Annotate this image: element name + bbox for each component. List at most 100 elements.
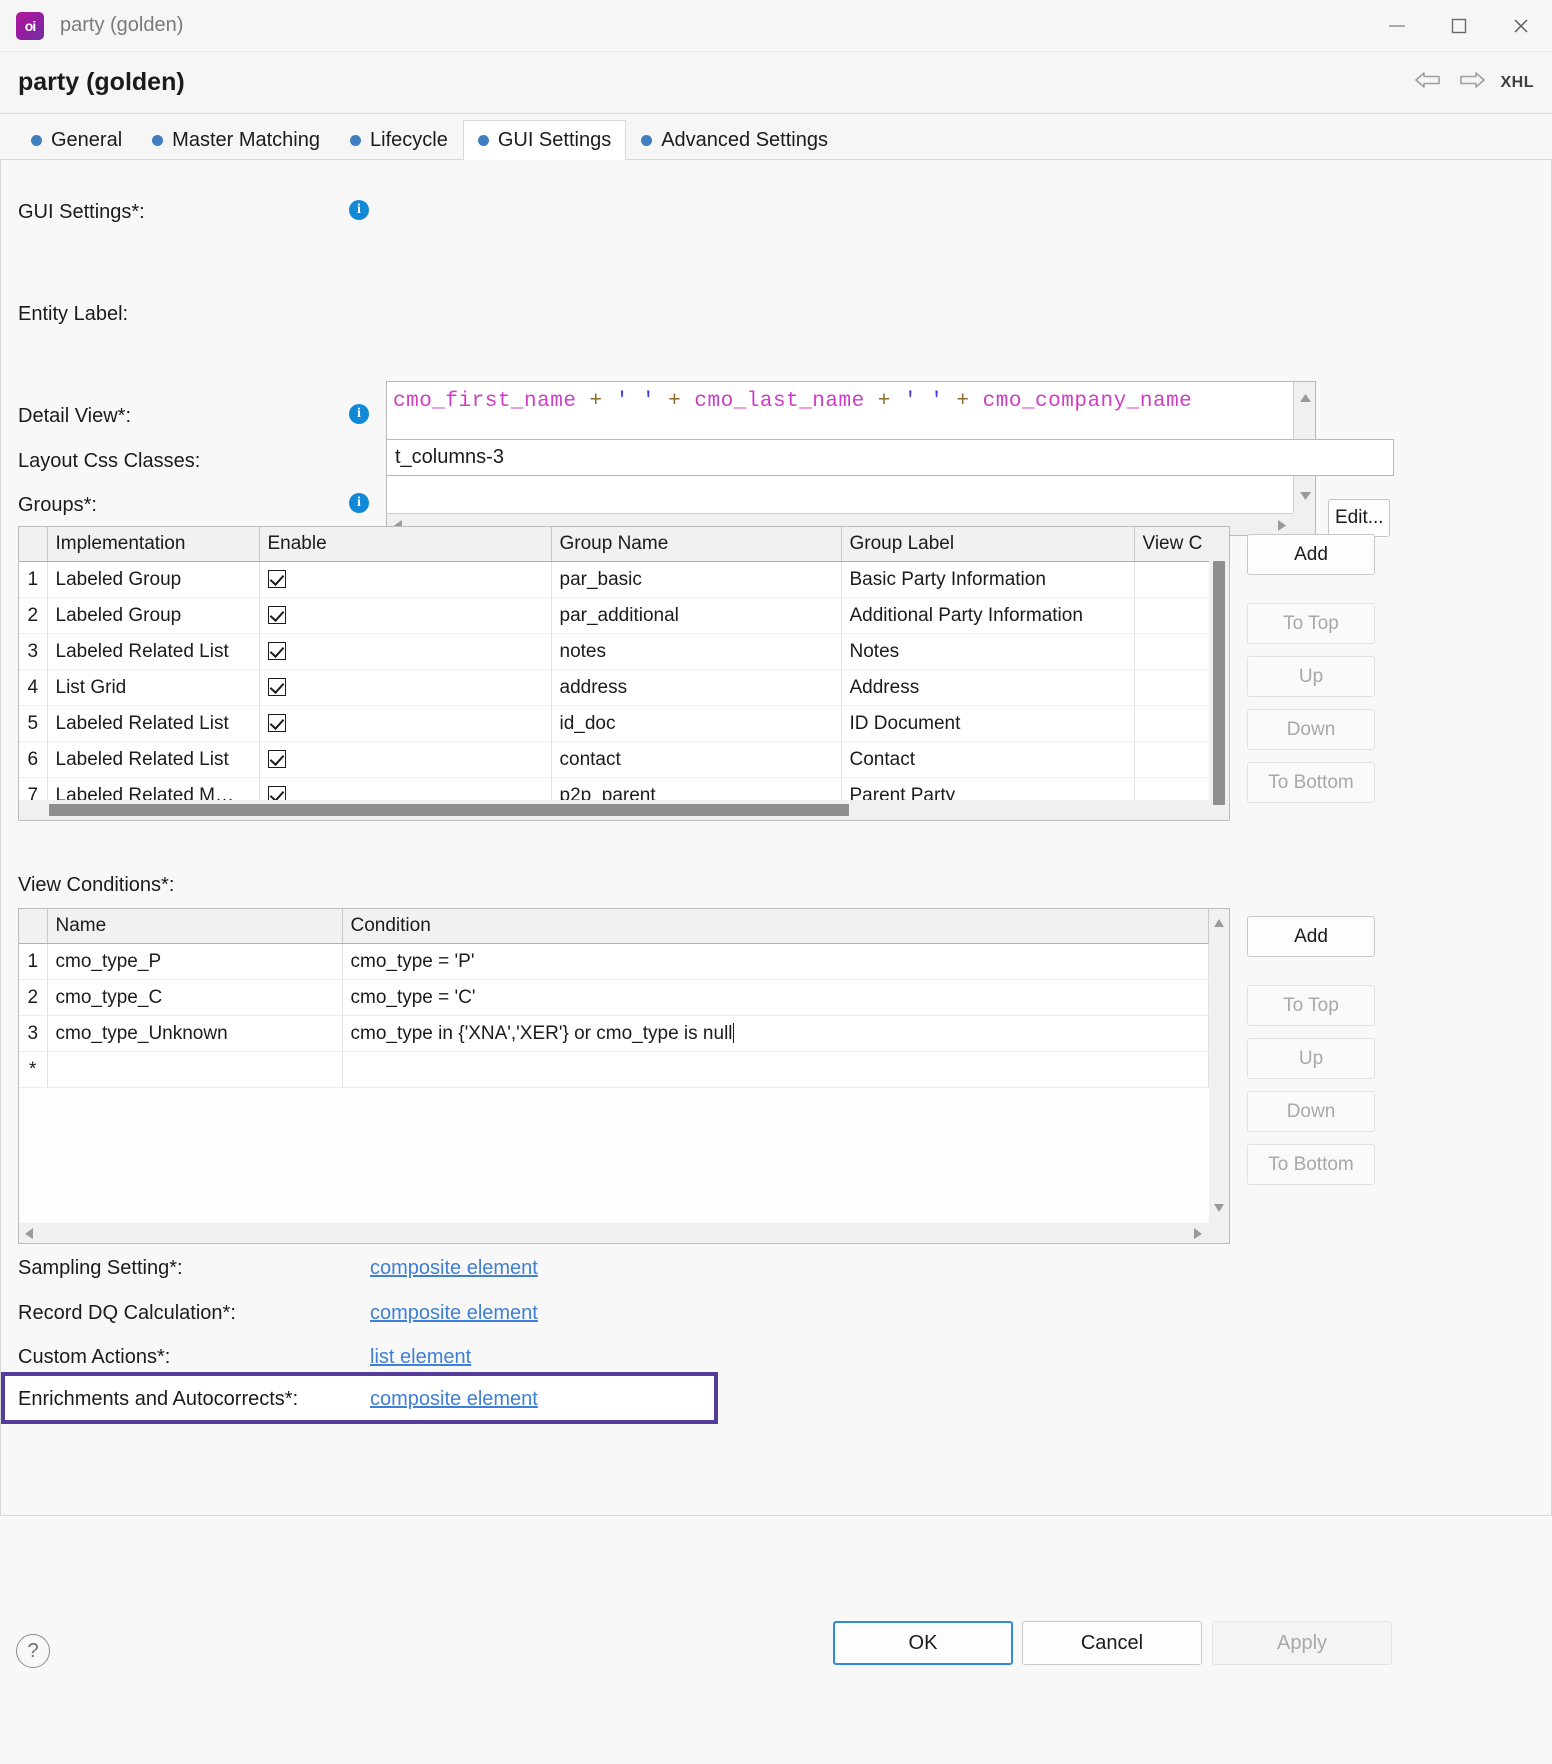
cell-group-name[interactable]: contact — [551, 742, 841, 778]
cell-group-name[interactable]: par_basic — [551, 562, 841, 598]
table-row[interactable]: 6 Labeled Related List contact Contact — [19, 742, 1209, 778]
col-group-label[interactable]: Group Label — [841, 527, 1134, 562]
cell-view-condition[interactable] — [1134, 598, 1209, 634]
conditions-to-top-button[interactable]: To Top — [1247, 985, 1375, 1026]
cell-view-condition[interactable] — [1134, 706, 1209, 742]
help-icon[interactable]: ? — [16, 1634, 50, 1668]
cell-view-condition[interactable] — [1134, 562, 1209, 598]
minimize-icon[interactable] — [1366, 0, 1428, 52]
scroll-down-icon[interactable] — [1213, 1202, 1225, 1215]
scroll-right-icon[interactable] — [1277, 519, 1287, 534]
col-name[interactable]: Name — [47, 909, 342, 944]
cell-enable[interactable] — [259, 562, 551, 598]
groups-down-button[interactable]: Down — [1247, 709, 1375, 750]
cell-name[interactable]: cmo_type_C — [47, 980, 342, 1016]
groups-vscroll-thumb[interactable] — [1213, 561, 1225, 805]
col-condition[interactable]: Condition — [342, 909, 1209, 944]
table-row[interactable]: 1 Labeled Group par_basic Basic Party In… — [19, 562, 1209, 598]
apply-button[interactable]: Apply — [1212, 1621, 1392, 1665]
cancel-button[interactable]: Cancel — [1022, 1621, 1202, 1665]
cell-condition[interactable]: cmo_type = 'P' — [342, 944, 1209, 980]
table-row[interactable]: 3 Labeled Related List notes Notes — [19, 634, 1209, 670]
cell-view-condition[interactable] — [1134, 742, 1209, 778]
cell-enable[interactable] — [259, 634, 551, 670]
tab-general[interactable]: General — [16, 120, 137, 160]
cell-view-condition[interactable] — [1134, 634, 1209, 670]
table-row[interactable]: 2 cmo_type_C cmo_type = 'C' — [19, 980, 1209, 1016]
cell-group-label[interactable]: Basic Party Information — [841, 562, 1134, 598]
maximize-icon[interactable] — [1428, 0, 1490, 52]
conditions-horizontal-scrollbar[interactable] — [19, 1223, 1209, 1243]
forward-arrow-icon[interactable] — [1457, 70, 1487, 96]
cell-group-name[interactable]: address — [551, 670, 841, 706]
info-icon[interactable]: i — [349, 200, 369, 220]
scroll-up-icon[interactable] — [1213, 917, 1225, 930]
col-enable[interactable]: Enable — [259, 527, 551, 562]
table-row[interactable]: 3 cmo_type_Unknown cmo_type in {'XNA','X… — [19, 1016, 1209, 1052]
col-group-name[interactable]: Group Name — [551, 527, 841, 562]
cell-group-label[interactable]: Contact — [841, 742, 1134, 778]
cell-name[interactable]: cmo_type_Unknown — [47, 1016, 342, 1052]
cell-group-name[interactable]: id_doc — [551, 706, 841, 742]
table-row[interactable]: 5 Labeled Related List id_doc ID Documen… — [19, 706, 1209, 742]
enrichments-autocorrects-link[interactable]: composite element — [370, 1388, 538, 1411]
cell-view-condition[interactable] — [1134, 670, 1209, 706]
conditions-up-button[interactable]: Up — [1247, 1038, 1375, 1079]
sampling-setting-link[interactable]: composite element — [370, 1257, 538, 1280]
scroll-up-icon[interactable] — [1299, 392, 1312, 405]
cell-implementation[interactable]: Labeled Related List — [47, 742, 259, 778]
ok-button[interactable]: OK — [833, 1621, 1013, 1665]
tab-lifecycle[interactable]: Lifecycle — [335, 120, 463, 160]
table-row[interactable]: 2 Labeled Group par_additional Additiona… — [19, 598, 1209, 634]
groups-to-top-button[interactable]: To Top — [1247, 603, 1375, 644]
cell-group-label[interactable]: Notes — [841, 634, 1134, 670]
cell-condition[interactable] — [342, 1052, 1209, 1088]
enable-checkbox[interactable] — [268, 606, 286, 624]
cell-implementation[interactable]: Labeled Group — [47, 562, 259, 598]
conditions-down-button[interactable]: Down — [1247, 1091, 1375, 1132]
conditions-to-bottom-button[interactable]: To Bottom — [1247, 1144, 1375, 1185]
groups-up-button[interactable]: Up — [1247, 656, 1375, 697]
cell-group-label[interactable]: Additional Party Information — [841, 598, 1134, 634]
tab-advanced-settings[interactable]: Advanced Settings — [626, 120, 843, 160]
info-icon[interactable]: i — [349, 404, 369, 424]
cell-implementation[interactable]: Labeled Related List — [47, 634, 259, 670]
layout-css-classes-input[interactable] — [386, 439, 1394, 476]
groups-add-button[interactable]: Add — [1247, 534, 1375, 575]
enable-checkbox[interactable] — [268, 570, 286, 588]
scroll-right-icon[interactable] — [1194, 1228, 1203, 1242]
back-arrow-icon[interactable] — [1413, 70, 1443, 96]
cell-implementation[interactable]: Labeled Group — [47, 598, 259, 634]
table-row[interactable]: 4 List Grid address Address — [19, 670, 1209, 706]
enable-checkbox[interactable] — [268, 678, 286, 696]
cell-condition[interactable]: cmo_type = 'C' — [342, 980, 1209, 1016]
cell-name[interactable] — [47, 1052, 342, 1088]
info-icon[interactable]: i — [349, 493, 369, 513]
col-view-condition[interactable]: View C — [1134, 527, 1209, 562]
tab-master-matching[interactable]: Master Matching — [137, 120, 335, 160]
cell-enable[interactable] — [259, 706, 551, 742]
close-icon[interactable] — [1490, 0, 1552, 52]
enable-checkbox[interactable] — [268, 750, 286, 768]
enable-checkbox[interactable] — [268, 714, 286, 732]
cell-name[interactable]: cmo_type_P — [47, 944, 342, 980]
cell-group-name[interactable]: par_additional — [551, 598, 841, 634]
xhl-label[interactable]: XHL — [1501, 74, 1535, 92]
groups-grid[interactable]: Implementation Enable Group Name Group L… — [18, 526, 1230, 821]
conditions-add-button[interactable]: Add — [1247, 916, 1375, 957]
conditions-vertical-scrollbar[interactable] — [1209, 909, 1229, 1223]
cell-group-label[interactable]: ID Document — [841, 706, 1134, 742]
edit-button[interactable]: Edit... — [1328, 499, 1390, 537]
groups-hscroll-thumb[interactable] — [49, 804, 849, 816]
scroll-left-icon[interactable] — [25, 1228, 34, 1242]
cell-enable[interactable] — [259, 742, 551, 778]
custom-actions-link[interactable]: list element — [370, 1346, 471, 1369]
groups-to-bottom-button[interactable]: To Bottom — [1247, 762, 1375, 803]
cell-enable[interactable] — [259, 670, 551, 706]
record-dq-calculation-link[interactable]: composite element — [370, 1302, 538, 1325]
cell-implementation[interactable]: Labeled Related List — [47, 706, 259, 742]
groups-vertical-scrollbar[interactable] — [1209, 527, 1229, 820]
col-implementation[interactable]: Implementation — [47, 527, 259, 562]
cell-group-name[interactable]: notes — [551, 634, 841, 670]
cell-group-label[interactable]: Address — [841, 670, 1134, 706]
